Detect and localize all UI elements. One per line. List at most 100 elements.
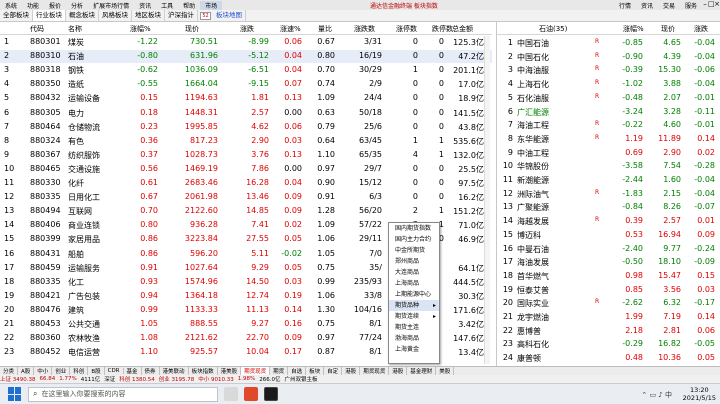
- table-row[interactable]: 8 880324 有色 0.36 817.23 2.90 0.03 0.64 63/45 1 1 53…: [0, 135, 492, 148]
- col-chg[interactable]: 涨跌: [240, 24, 254, 34]
- bottom-tab[interactable]: 期货现货: [241, 367, 271, 375]
- bottom-tab[interactable]: B股: [88, 367, 105, 375]
- col-up-down[interactable]: 涨跌数: [354, 24, 375, 34]
- constituent-row[interactable]: 18 首华燃气 0.98 15.47 0.15: [497, 269, 720, 284]
- bottom-tab[interactable]: 港美股: [218, 367, 242, 375]
- constituent-row[interactable]: 15 博迈科 0.53 16.94 0.09: [497, 228, 720, 243]
- menu-item[interactable]: 扩展市场行情: [88, 1, 134, 10]
- table-row[interactable]: 12 880335 日用化工 0.67 2061.98 13.46 0.09 0.91 6/3 0…: [0, 191, 492, 204]
- ctx-menu-item[interactable]: 期货主连: [389, 322, 439, 333]
- menu-market[interactable]: 市场: [200, 0, 223, 10]
- constituent-row[interactable]: 7 海油工程 R -0.22 4.60 -0.01: [497, 118, 720, 133]
- constituent-row[interactable]: 19 恒泰艾普 0.85 3.56 0.03: [497, 283, 720, 298]
- clock[interactable]: 13:20 2021/5/15: [683, 386, 716, 402]
- vertical-scrollbar[interactable]: [484, 36, 490, 364]
- ctx-menu-item[interactable]: 上期能源中心: [389, 289, 439, 300]
- constituent-row[interactable]: 5 石化油服 R -0.48 2.07 -0.01: [497, 91, 720, 106]
- col-vol-ratio[interactable]: 量比: [318, 24, 332, 34]
- constituent-row[interactable]: 24 康普顿 0.48 10.36 0.05: [497, 351, 720, 366]
- table-row[interactable]: 13 880494 互联网 0.70 2122.60 14.85 0.09 1.28 56/20…: [0, 205, 492, 218]
- ctx-menu-item[interactable]: 国内主力合约: [389, 234, 439, 245]
- tab-sector-2[interactable]: 概念板块: [66, 10, 99, 21]
- menu-item[interactable]: 工具: [156, 1, 178, 10]
- constituent-row[interactable]: 10 华锦股份 -3.58 7.54 -0.28: [497, 159, 720, 174]
- col-r-chg[interactable]: 涨跌: [694, 24, 708, 34]
- col-pct[interactable]: 涨幅%: [130, 24, 151, 34]
- col-price[interactable]: 现价: [185, 24, 199, 34]
- bottom-tab[interactable]: 科创: [70, 367, 89, 375]
- col-speed[interactable]: 涨速%: [280, 24, 301, 34]
- app-icon-terminal[interactable]: [264, 387, 278, 401]
- taskbar-search-input[interactable]: ⌕ 在这里输入你要搜索的内容: [28, 386, 218, 402]
- menu-right-item[interactable]: 资讯: [636, 1, 658, 10]
- bottom-tab[interactable]: 基金理财: [407, 367, 437, 375]
- table-row[interactable]: 4 880350 造纸 -0.55 1664.04 -9.15 0.07 0.74 2/9 0 0 1…: [0, 78, 492, 91]
- table-row[interactable]: 6 880305 电力 0.18 1448.31 2.57 0.00 0.63 50/18 0 0 1…: [0, 107, 492, 120]
- bottom-tab[interactable]: 期货现货: [360, 367, 390, 375]
- menu-item[interactable]: 系统: [0, 1, 22, 10]
- bottom-tab[interactable]: 美股: [436, 367, 455, 375]
- constituent-row[interactable]: 12 洲际油气 R -1.83 2.15 -0.04: [497, 187, 720, 202]
- bottom-tab[interactable]: 分类: [0, 367, 19, 375]
- constituent-row[interactable]: 13 广聚能源 -0.84 8.26 -0.07: [497, 200, 720, 215]
- table-row[interactable]: 2 880310 石油 -0.80 631.96 -5.12 0.04 0.80 16/19 0 0…: [0, 50, 492, 64]
- menu-item[interactable]: 帮助: [178, 1, 200, 10]
- constituent-row[interactable]: 2 中国石化 R -0.90 4.39 -0.04: [497, 50, 720, 65]
- table-row[interactable]: 10 880465 交通设施 0.56 1469.19 7.86 0.00 0.97 29/7 0…: [0, 163, 492, 176]
- table-row[interactable]: 5 880432 运输设备 0.15 1194.63 1.81 0.13 1.09 24/4 0 0…: [0, 92, 492, 105]
- constituent-row[interactable]: 14 海越发展 R 0.39 2.57 0.01: [497, 214, 720, 229]
- table-row[interactable]: 9 880367 纺织服饰 0.37 1028.73 3.76 0.13 1.10 65/35 4…: [0, 149, 492, 162]
- tray-icons[interactable]: ⌃ ▭ ♪ 中: [641, 390, 672, 400]
- constituent-row[interactable]: 20 国际实业 R -2.62 6.32 -0.17: [497, 296, 720, 311]
- table-row[interactable]: 7 880464 仓储物流 0.23 1995.85 4.62 0.06 0.79 25/6 0 0…: [0, 121, 492, 134]
- close-icon[interactable]: ×: [714, 0, 720, 10]
- ctx-menu-item[interactable]: 国内期货指数: [389, 223, 439, 234]
- windows-start-icon[interactable]: [8, 387, 22, 401]
- ctx-menu-item[interactable]: 渤海商品: [389, 333, 439, 344]
- constituent-row[interactable]: 1 中国石油 R -0.85 4.65 -0.04: [497, 36, 720, 51]
- menu-item[interactable]: 功能: [22, 1, 44, 10]
- col-name[interactable]: 名称: [68, 24, 82, 34]
- tab-sector-1[interactable]: 行业板块: [33, 10, 66, 21]
- col-r-price[interactable]: 现价: [661, 24, 675, 34]
- constituent-row[interactable]: 21 龙宇燃油 1.99 7.19 0.14: [497, 310, 720, 325]
- menu-right-item[interactable]: 交易: [658, 1, 680, 10]
- ctx-menu-item[interactable]: 上海商品: [389, 278, 439, 289]
- bottom-tab[interactable]: 板块: [306, 367, 325, 375]
- col-amount[interactable]: 总金额: [452, 24, 473, 34]
- bottom-tab[interactable]: 创业: [52, 367, 71, 375]
- constituent-row[interactable]: 4 上海石化 R -1.02 3.88 -0.04: [497, 77, 720, 92]
- table-row[interactable]: 1 880301 煤炭 -1.22 730.51 -8.99 0.06 0.67 3/31 0 0 1…: [0, 36, 492, 49]
- ctx-menu-item[interactable]: 郑州商品: [389, 256, 439, 267]
- constituent-row[interactable]: 9 中油工程 0.69 2.90 0.02: [497, 146, 720, 161]
- table-row[interactable]: 3 880318 钢铁 -0.62 1036.09 -6.51 0.04 0.70 30/29 1…: [0, 64, 492, 77]
- ctx-menu-item[interactable]: 大连商品: [389, 267, 439, 278]
- menu-right-item[interactable]: 服务: [680, 1, 702, 10]
- app-icon-tdx[interactable]: [244, 387, 258, 401]
- tab-sector-0[interactable]: 全部板块: [0, 10, 33, 21]
- tab-sector-4[interactable]: 地区板块: [132, 10, 165, 21]
- constituent-row[interactable]: 6 广汇能源 -3.24 3.28 -0.11: [497, 105, 720, 120]
- bottom-tab[interactable]: 港股: [342, 367, 361, 375]
- bottom-tab[interactable]: A股: [18, 367, 35, 375]
- table-row[interactable]: 11 880330 化纤 0.61 2683.46 16.28 0.04 0.90 15/12 0…: [0, 177, 492, 190]
- sector-count-box[interactable]: 52: [200, 11, 211, 20]
- bottom-tab[interactable]: CDR: [105, 368, 124, 374]
- ctx-menu-item[interactable]: 期货连续: [389, 311, 439, 322]
- ctx-menu-item[interactable]: 上海黄金: [389, 344, 439, 355]
- task-view-icon[interactable]: [224, 387, 238, 401]
- col-code[interactable]: 代码: [30, 24, 44, 34]
- bottom-tab[interactable]: 期货: [270, 367, 289, 375]
- bottom-tab[interactable]: 债券: [142, 367, 160, 375]
- tab-sector-3[interactable]: 风格板块: [99, 10, 132, 21]
- constituent-row[interactable]: 17 海油发展 -0.50 18.10 -0.09: [497, 255, 720, 270]
- tab-sector-map[interactable]: 板块地图: [213, 10, 246, 21]
- bottom-tab[interactable]: 板块指数: [189, 367, 218, 375]
- constituent-row[interactable]: 3 中海油服 R -0.39 15.30 -0.06: [497, 63, 720, 78]
- bottom-tab[interactable]: 自定: [324, 367, 343, 375]
- ctx-menu-item[interactable]: 期货品种: [389, 300, 439, 311]
- tab-sector-5[interactable]: 沪深指计: [165, 10, 198, 21]
- menu-item[interactable]: 资讯: [134, 1, 156, 10]
- constituent-row[interactable]: 23 高科石化 -0.29 16.82 -0.05: [497, 337, 720, 352]
- col-r-pct[interactable]: 涨幅%: [623, 24, 644, 34]
